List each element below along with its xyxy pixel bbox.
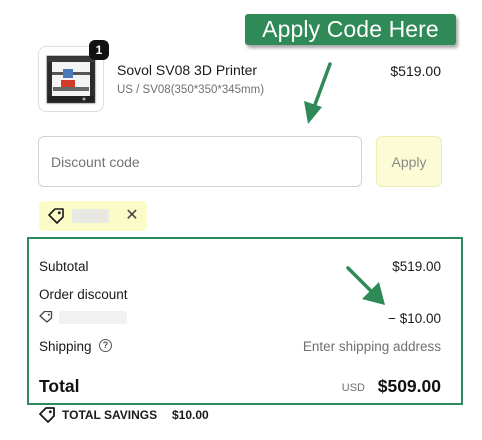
total-savings-value: $10.00	[172, 408, 209, 422]
subtotal-value: $519.00	[392, 259, 441, 274]
apply-code-callout: Apply Code Here	[245, 14, 456, 45]
discount-code-text	[59, 311, 127, 324]
shipping-value: Enter shipping address	[302, 339, 441, 354]
total-label: Total	[39, 376, 80, 396]
product-thumbnail: 1	[38, 40, 109, 112]
order-discount-value: − $10.00	[388, 311, 441, 326]
question-circle-icon[interactable]: ?	[99, 339, 112, 352]
quantity-badge: 1	[89, 40, 109, 60]
discount-code-input[interactable]	[38, 136, 362, 187]
close-icon[interactable]: ✕	[125, 208, 139, 224]
currency-code: USD	[341, 382, 365, 394]
applied-code-text	[72, 209, 109, 223]
arrow-icon	[304, 62, 332, 124]
product-price: $519.00	[390, 63, 441, 79]
order-summary: Subtotal $519.00 Order discount − $10.00…	[27, 237, 463, 405]
tag-icon	[39, 311, 53, 323]
tag-icon	[48, 208, 64, 224]
total-value: $509.00	[377, 376, 441, 396]
shipping-label: Shipping	[39, 339, 92, 354]
subtotal-label: Subtotal	[39, 259, 89, 274]
total-savings-label: TOTAL SAVINGS	[62, 408, 158, 422]
tag-icon	[39, 407, 55, 423]
applied-discount-tag: ✕	[39, 201, 147, 231]
product-name: Sovol SV08 3D Printer	[117, 62, 258, 78]
product-variant: US / SV08(350*350*345mm)	[117, 84, 265, 96]
apply-button[interactable]: Apply	[376, 136, 442, 187]
order-discount-label: Order discount	[39, 287, 128, 302]
